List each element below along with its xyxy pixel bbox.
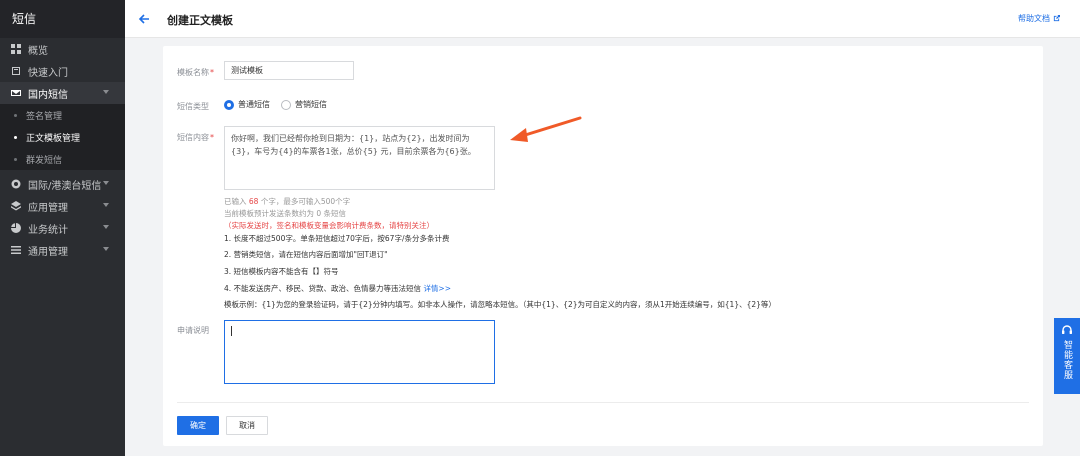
headset-icon [1062, 325, 1072, 334]
sidebar-item-statistics[interactable]: 业务统计 [0, 217, 125, 239]
sidebar-item-app-management[interactable]: 应用管理 [0, 195, 125, 217]
chevron-down-icon [103, 181, 109, 185]
mail-icon [10, 87, 22, 99]
sms-content-label: 短信内容* [177, 133, 214, 142]
radio-normal-sms[interactable]: 普通短信 [224, 99, 270, 110]
cancel-button[interactable]: 取消 [226, 416, 268, 435]
sidebar-brand: 短信 [0, 0, 125, 38]
radio-marketing-sms[interactable]: 营销短信 [281, 99, 327, 110]
annotation-arrow-icon [510, 116, 582, 142]
sms-type-label: 短信类型 [177, 102, 209, 111]
smart-service-label: 智能客服 [1062, 340, 1072, 380]
sidebar-subitem-templates[interactable]: 正文模板管理 [0, 126, 125, 148]
sidebar-item-label: 业务统计 [28, 224, 68, 236]
pie-icon [10, 222, 22, 234]
help-docs-link[interactable]: 帮助文档 [1018, 13, 1060, 24]
sidebar: 短信 概览 快速入门 国内短信 签名管理 正文模板管理 群发短信 国际/港澳台短… [0, 0, 125, 456]
chevron-down-icon [103, 203, 109, 207]
sidebar-subitem-label: 正文模板管理 [26, 133, 81, 144]
sidebar-item-quickstart[interactable]: 快速入门 [0, 60, 125, 82]
application-desc-textarea[interactable] [224, 320, 495, 384]
sidebar-item-label: 国内短信 [28, 89, 68, 101]
sidebar-item-overview[interactable]: 概览 [0, 38, 125, 60]
sidebar-item-general-management[interactable]: 通用管理 [0, 239, 125, 261]
book-icon [10, 65, 22, 77]
billing-warning: （实际发送时，签名和模板变量会影响计费条数，请特别关注） [224, 221, 434, 230]
chevron-down-icon [103, 90, 109, 94]
help-docs-label: 帮助文档 [1018, 14, 1050, 23]
topbar: 创建正文模板 帮助文档 [125, 0, 1080, 38]
sms-estimate-hint: 当前模板预计发送条数约为 0 条短信 [224, 209, 347, 218]
text-cursor [231, 326, 232, 336]
template-name-input[interactable]: 测试模板 [224, 61, 354, 80]
sidebar-item-label: 概览 [28, 45, 48, 57]
radio-circle [281, 99, 291, 110]
sidebar-subitem-label: 群发短信 [26, 155, 63, 166]
globe-icon [10, 178, 22, 190]
smart-service-button[interactable]: 智能客服 [1054, 318, 1080, 394]
sidebar-subitem-bulk-sms[interactable]: 群发短信 [0, 148, 125, 170]
rule-illegal: 4. 不能发送房产、移民、贷款、政治、色情暴力等违法短信 详情>> [224, 284, 452, 293]
sidebar-item-label: 快速入门 [28, 67, 68, 79]
sidebar-subitem-signature[interactable]: 签名管理 [0, 104, 125, 126]
grid-icon [10, 43, 22, 55]
page-title: 创建正文模板 [167, 14, 233, 27]
rule-symbols: 3. 短信模板内容不能含有【】符号 [224, 267, 339, 276]
details-link[interactable]: 详情>> [423, 284, 451, 293]
sidebar-submenu: 签名管理 正文模板管理 群发短信 [0, 104, 125, 170]
application-desc-label: 申请说明 [177, 326, 209, 335]
divider [177, 402, 1029, 403]
bullet-icon [14, 135, 17, 139]
sidebar-item-label: 应用管理 [28, 202, 68, 214]
sms-content-textarea[interactable]: 你好啊，我们已经帮你抢到日期为：{1}，站点为{2}，出发时间为{3}，车号为{… [224, 126, 495, 190]
template-example: 模板示例：{1}为您的登录验证码，请于{2}分钟内填写。如非本人操作，请忽略本短… [224, 300, 776, 309]
bullet-icon [14, 157, 17, 161]
template-name-label: 模板名称* [177, 68, 214, 77]
back-arrow-icon[interactable] [137, 12, 151, 26]
rule-marketing: 2. 营销类短信，请在短信内容后面增加"回T退订" [224, 250, 388, 259]
radio-label: 普通短信 [238, 100, 270, 109]
chevron-down-icon [103, 225, 109, 229]
bullet-icon [14, 113, 17, 117]
sidebar-subitem-label: 签名管理 [26, 111, 63, 122]
external-link-icon [1053, 15, 1060, 22]
list-icon [10, 244, 22, 256]
sidebar-item-label: 国际/港澳台短信 [28, 180, 102, 192]
radio-label: 营销短信 [295, 100, 327, 109]
sidebar-item-international-sms[interactable]: 国际/港澳台短信 [0, 173, 125, 195]
rule-length: 1. 长度不超过500字。单条短信超过70字后，按67字/条分多条计费 [224, 234, 450, 243]
radio-circle [224, 99, 234, 110]
sidebar-item-domestic-sms[interactable]: 国内短信 [0, 82, 125, 104]
confirm-button[interactable]: 确定 [177, 416, 219, 435]
layers-icon [10, 200, 22, 212]
sidebar-item-label: 通用管理 [28, 246, 68, 258]
template-form-card: 模板名称* 测试模板 短信类型 普通短信 营销短信 短信内容* 你好啊，我们已经… [163, 46, 1043, 446]
chevron-down-icon [103, 247, 109, 251]
char-count-hint: 已输入 68 个字，最多可输入500个字 [224, 197, 351, 206]
